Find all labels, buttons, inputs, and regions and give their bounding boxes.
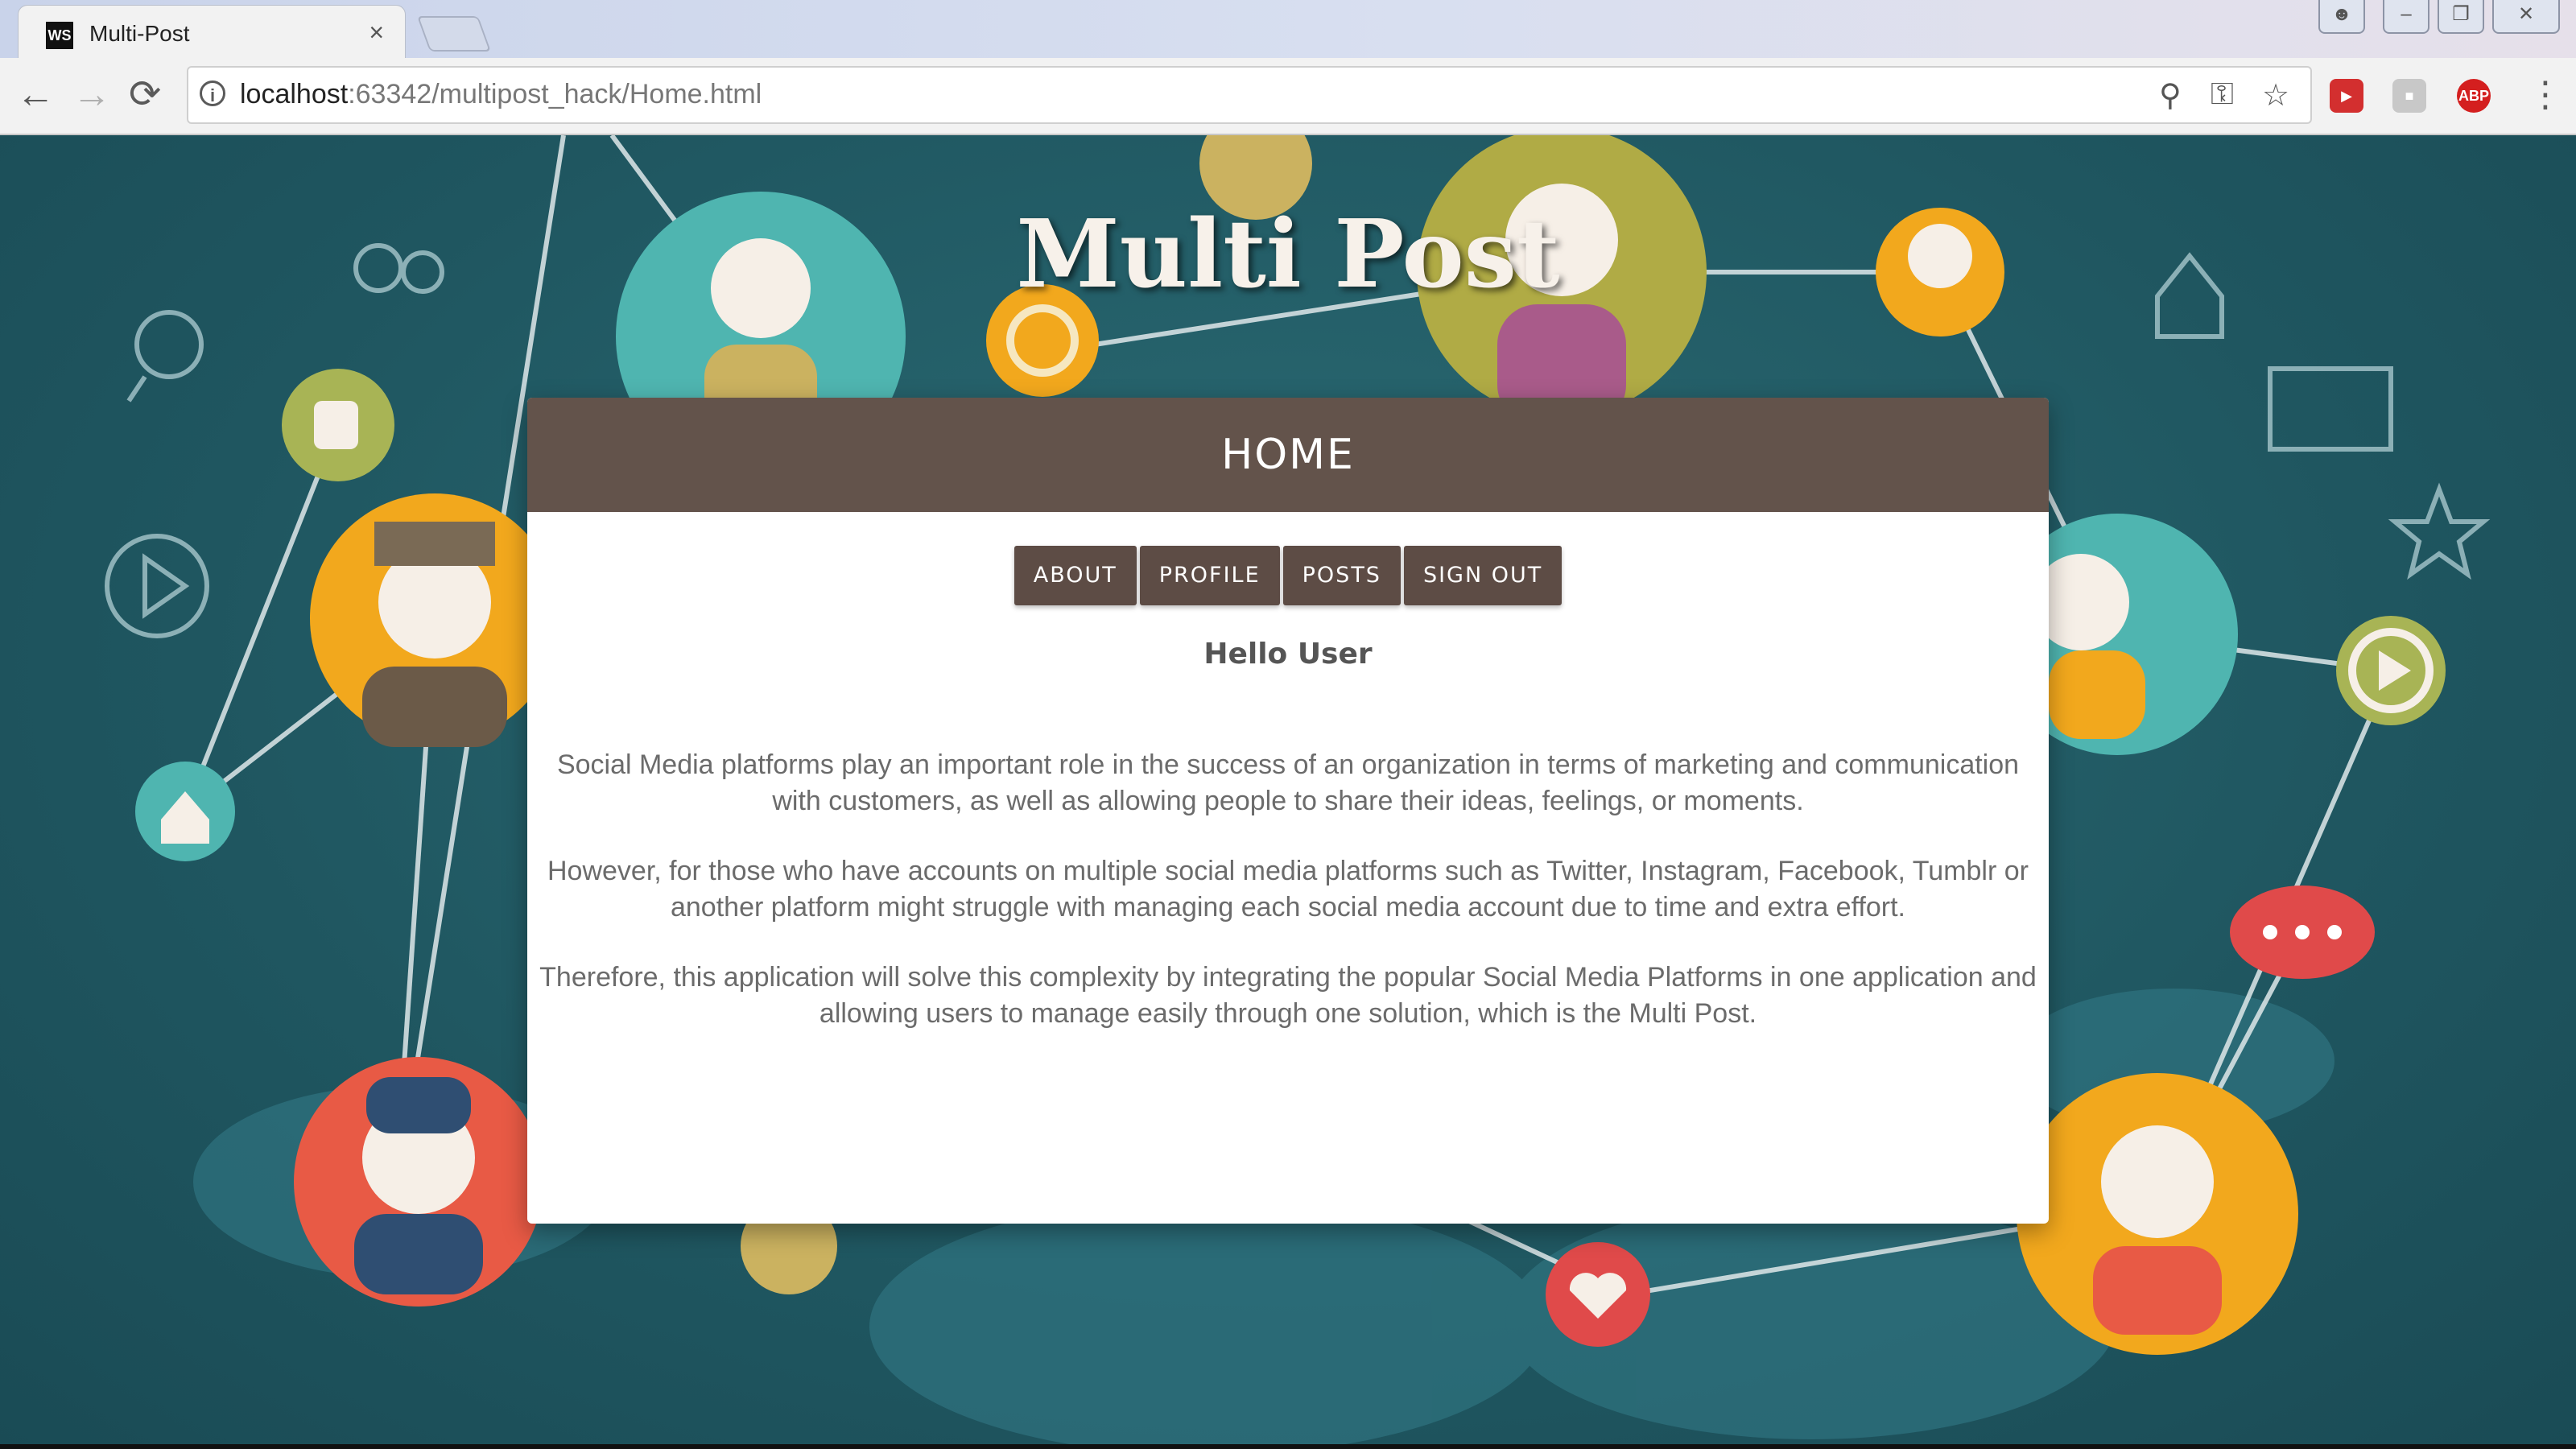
intro-paragraph-2: However, for those who have accounts on … [547,856,2029,923]
url-path: :63342/multipost_hack/Home.html [348,79,762,109]
tab-title: Multi-Post [89,21,190,46]
posts-button[interactable]: POSTS [1282,546,1401,605]
menu-kebab-icon[interactable]: ⋮ [2528,72,2563,118]
url-text[interactable]: localhost:63342/multipost_hack/Home.html [240,79,762,110]
media-extension-icon[interactable]: ▶ [2330,79,2363,113]
pdf-extension-icon[interactable]: ■ [2392,79,2426,113]
bookmark-star-icon[interactable]: ☆ [2262,77,2289,114]
zoom-icon[interactable]: ⚲ [2159,77,2182,114]
browser-tab-strip: WS Multi-Post × ☻ – ❐ ✕ [0,0,2576,59]
url-host: localhost [240,79,349,109]
home-card: HOME ABOUT PROFILE POSTS SIGN OUT Hello Use… [527,398,2049,1224]
close-window-icon[interactable]: ✕ [2492,0,2560,34]
address-bar[interactable]: i localhost:63342/multipost_hack/Home.ht… [187,66,2312,124]
reload-icon[interactable]: ⟳ [129,72,161,118]
profile-button[interactable]: PROFILE [1139,546,1280,605]
webstorm-favicon-icon: WS [46,22,73,49]
bottom-edge [0,1444,2576,1449]
close-tab-icon[interactable]: × [369,18,384,47]
site-title: Multi Post [1016,200,1560,309]
key-icon[interactable]: ⚿ [2211,77,2234,112]
intro-paragraph-1: Social Media platforms play an important… [556,749,2020,816]
back-arrow-icon[interactable]: ← [16,72,55,118]
restore-window-icon[interactable]: ❐ [2438,0,2484,34]
minimize-window-icon[interactable]: – [2383,0,2429,34]
browser-tab[interactable]: WS Multi-Post × [18,5,406,59]
about-button[interactable]: ABOUT [1013,546,1137,605]
intro-paragraph-3: Therefore, this application will solve t… [539,962,2037,1029]
browser-toolbar: ← → ⟳ i localhost:63342/multipost_hack/H… [0,58,2576,135]
nav-button-row: ABOUT PROFILE POSTS SIGN OUT [527,546,2049,605]
sign-out-button[interactable]: SIGN OUT [1403,546,1563,605]
greeting-text: Hello User [1203,638,1373,671]
info-icon[interactable]: i [200,80,225,106]
card-header: HOME [527,398,2049,512]
adblock-icon[interactable]: ABP [2457,79,2491,113]
new-tab-button[interactable] [416,16,492,52]
forward-arrow-icon[interactable]: → [72,72,111,118]
profile-icon[interactable]: ☻ [2318,0,2365,34]
